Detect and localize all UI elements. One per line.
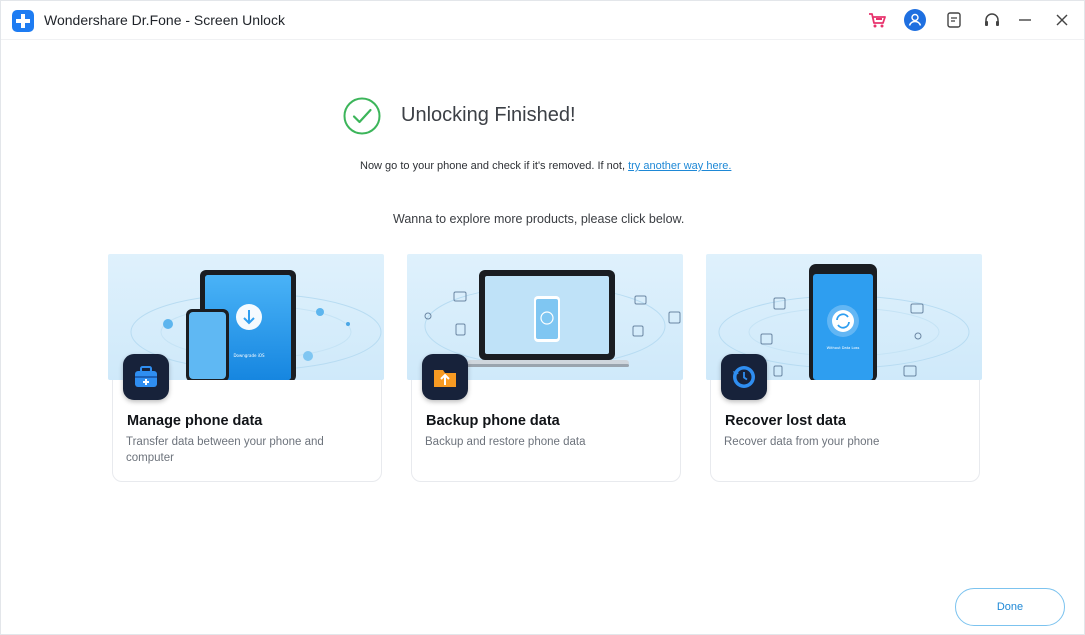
recover-caption: Without Data Loss — [827, 346, 860, 350]
card-title: Manage phone data — [127, 413, 263, 429]
feedback-icon[interactable] — [943, 9, 965, 31]
drfone-logo-icon — [12, 10, 34, 32]
card-description: Transfer data between your phone and com… — [126, 436, 324, 464]
result-hint-text: Now go to your phone and check if it's r… — [360, 160, 629, 172]
explore-text: Wanna to explore more products, please c… — [393, 212, 685, 226]
tablet-caption: Downgrade iOS — [233, 353, 265, 358]
account-icon[interactable] — [904, 9, 926, 31]
toolbox-icon — [123, 354, 169, 400]
success-check-icon — [343, 97, 381, 135]
card-description: Backup and restore phone data — [425, 436, 586, 448]
try-another-way-link[interactable]: try another way here. — [628, 160, 731, 172]
recover-lost-data-card[interactable]: Without Data Loss Recover lost data Reco… — [706, 254, 982, 482]
result-title: Unlocking Finished! — [401, 104, 576, 126]
backup-phone-data-card[interactable]: Backup phone data Backup and restore pho… — [407, 254, 683, 482]
support-icon[interactable] — [981, 9, 1003, 31]
window-title: Wondershare Dr.Fone - Screen Unlock — [44, 12, 285, 28]
restore-clock-icon — [721, 354, 767, 400]
card-title: Backup phone data — [426, 413, 560, 429]
done-button[interactable]: Done — [955, 588, 1065, 626]
minimize-icon[interactable] — [1014, 9, 1036, 31]
app-window: Wondershare Dr.Fone - Screen Unlock Unlo… — [0, 0, 1085, 635]
card-description: Recover data from your phone — [724, 436, 880, 448]
result-hint: Now go to your phone and check if it's r… — [360, 160, 731, 172]
manage-phone-data-card[interactable]: Downgrade iOS Manage phone data Transfer… — [108, 254, 384, 482]
title-bar: Wondershare Dr.Fone - Screen Unlock — [1, 1, 1084, 40]
cart-icon[interactable] — [866, 9, 888, 31]
card-title: Recover lost data — [725, 413, 846, 429]
folder-upload-icon — [422, 354, 468, 400]
close-icon[interactable] — [1051, 9, 1073, 31]
